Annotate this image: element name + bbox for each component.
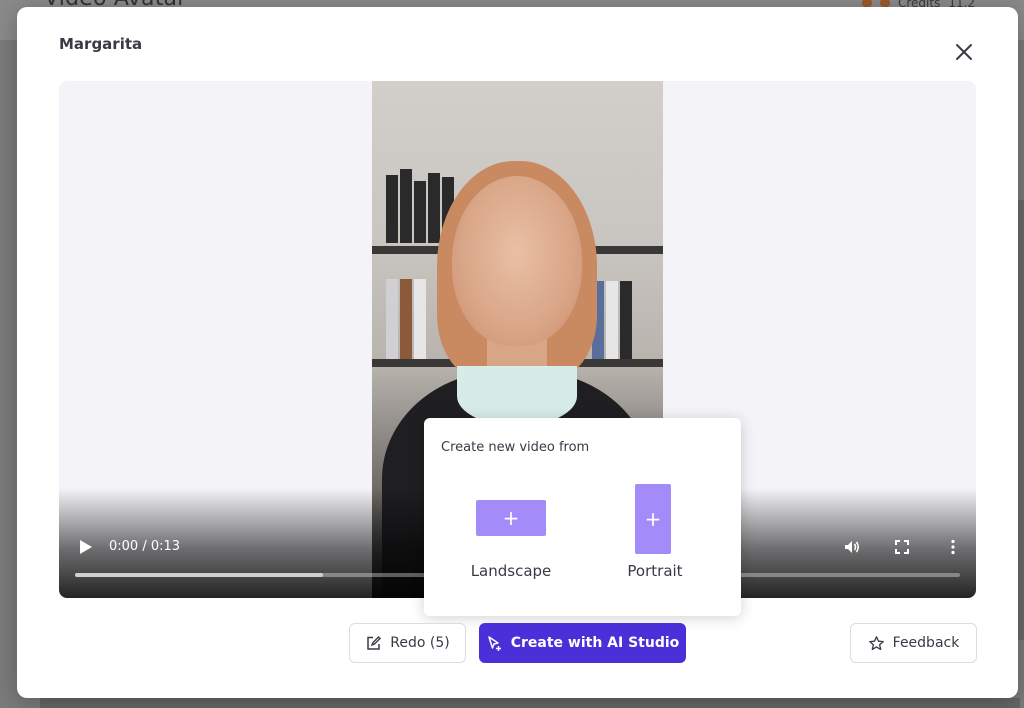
- video-preview-modal: Margarita 0:00 / 0:13 Create new video f…: [17, 7, 1018, 698]
- avatar-face: [452, 176, 582, 346]
- portrait-label: Portrait: [627, 562, 683, 580]
- redo-label: Redo (5): [390, 635, 450, 651]
- background-side-strip: [1018, 200, 1024, 640]
- landscape-thumbnail: +: [476, 500, 546, 536]
- video-time: 0:00 / 0:13: [109, 539, 181, 554]
- portrait-thumbnail: +: [635, 484, 671, 554]
- background-bottom-strip: [40, 698, 1020, 708]
- create-label: Create with AI Studio: [510, 635, 680, 651]
- star-icon: [868, 635, 884, 650]
- play-icon[interactable]: [79, 539, 93, 555]
- video-progress-fill: [75, 573, 323, 577]
- landscape-label: Landscape: [470, 562, 552, 580]
- edit-icon: [367, 635, 382, 650]
- create-video-popover: Create new video from + Landscape + Port…: [424, 418, 741, 616]
- cursor-plus-icon: [487, 635, 501, 651]
- books: [386, 279, 426, 359]
- landscape-option[interactable]: + Landscape: [466, 500, 556, 586]
- close-icon[interactable]: [951, 39, 977, 65]
- popover-title: Create new video from: [441, 440, 590, 455]
- portrait-option[interactable]: + Portrait: [620, 484, 690, 588]
- feedback-button[interactable]: Feedback: [850, 623, 977, 663]
- avatar-shirt: [457, 366, 577, 426]
- feedback-label: Feedback: [892, 635, 960, 651]
- redo-button[interactable]: Redo (5): [349, 623, 466, 663]
- plus-icon: +: [644, 507, 662, 531]
- modal-title: Margarita: [59, 35, 143, 53]
- fullscreen-icon[interactable]: [893, 538, 911, 556]
- volume-icon[interactable]: [843, 538, 861, 556]
- plus-icon: +: [502, 506, 520, 530]
- create-with-ai-studio-button[interactable]: Create with AI Studio: [479, 623, 686, 663]
- books: [592, 281, 632, 359]
- more-vertical-icon[interactable]: [944, 538, 962, 556]
